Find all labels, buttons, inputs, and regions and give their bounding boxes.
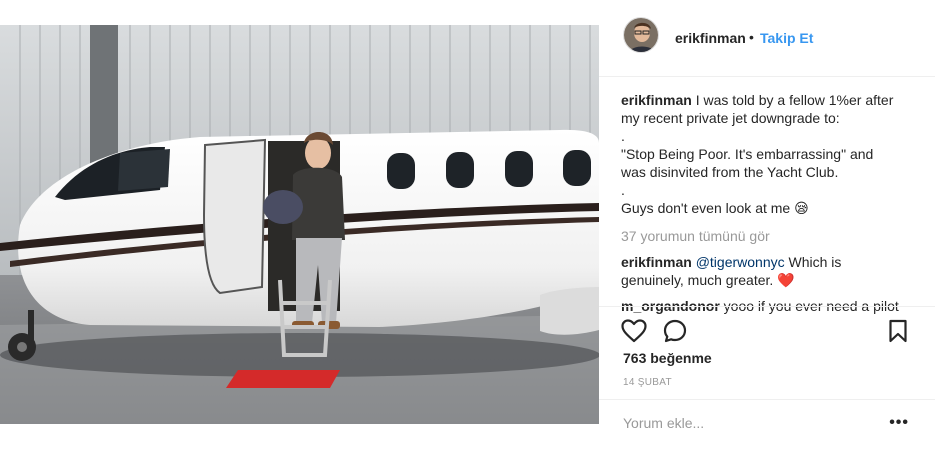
post-photo[interactable] (0, 25, 599, 424)
separator-dot: • (749, 29, 754, 45)
profile-picture (624, 18, 658, 52)
caption-line: erikfinman I was told by a fellow 1%er a… (621, 91, 913, 109)
follow-button[interactable]: Takip Et (760, 30, 813, 46)
caption-line: . (621, 128, 625, 144)
caption-line: was disinvited from the Yacht Club. (621, 164, 839, 180)
instagram-post: erikfinman • Takip Et erikfinman I was t… (0, 0, 935, 451)
heart-icon[interactable] (621, 319, 647, 348)
caption-line: . (621, 182, 625, 198)
action-bar (599, 306, 935, 346)
like-count[interactable]: 763 beğenme (623, 350, 712, 366)
caption-line: my recent private jet downgrade to: (621, 110, 840, 126)
comment-mention[interactable]: @tigerwonnyc (696, 254, 785, 270)
caption-username[interactable]: erikfinman (621, 92, 692, 108)
comment-text-continued: genuinely, much greater. ❤️ (621, 272, 795, 288)
comments-section: erikfinman I was told by a fellow 1%er a… (621, 91, 913, 315)
add-comment-input[interactable] (623, 414, 873, 432)
comment-text: Which is (788, 254, 842, 270)
caption-text: I was told by a fellow 1%er after (695, 92, 894, 108)
header-username[interactable]: erikfinman (675, 30, 746, 46)
add-comment-bar: ••• (599, 399, 935, 451)
caption-line: "Stop Being Poor. It's embarrassing" and (621, 146, 874, 162)
more-options-icon[interactable]: ••• (889, 414, 909, 432)
post-header: erikfinman • Takip Et (599, 0, 935, 77)
caption: erikfinman I was told by a fellow 1%er a… (621, 91, 913, 217)
caption-line: Guys don't even look at me 😪 (621, 200, 809, 216)
comment-item: erikfinman @tigerwonnyc Which is genuine… (621, 253, 913, 289)
avatar[interactable] (623, 17, 659, 53)
view-all-comments-link[interactable]: 37 yorumun tümünü gör (621, 227, 913, 245)
comment-bubble-icon[interactable] (663, 319, 687, 348)
private-jet-image (0, 25, 599, 424)
comment-username[interactable]: erikfinman (621, 254, 692, 270)
post-date: 14 ŞUBAT (623, 377, 672, 388)
bookmark-icon[interactable] (888, 319, 908, 348)
post-details-panel: erikfinman • Takip Et erikfinman I was t… (599, 0, 935, 451)
